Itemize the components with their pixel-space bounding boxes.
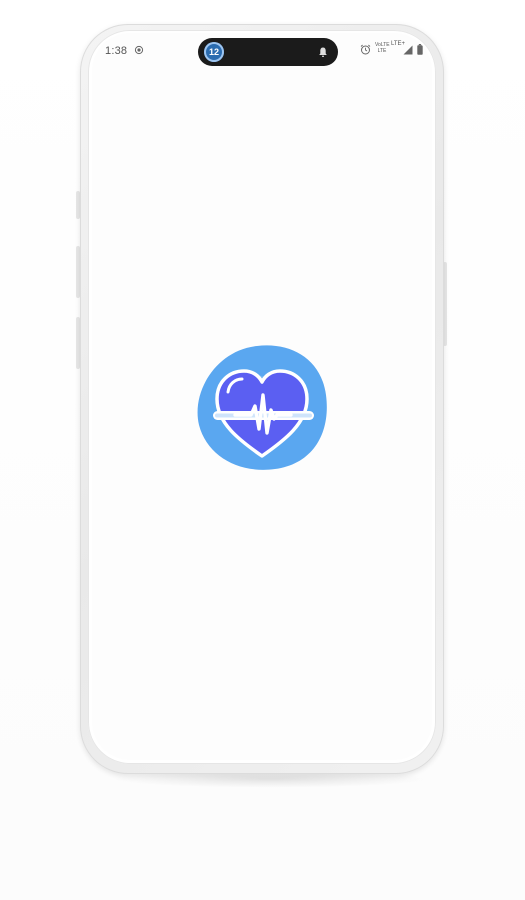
phone-screen: 1:38 12 VoLTE LTE LTE+ [92,33,432,760]
signal-icon [403,45,413,55]
status-bar: 1:38 12 VoLTE LTE LTE+ [92,33,432,66]
stage: 1:38 12 VoLTE LTE LTE+ [0,0,525,900]
status-time: 1:38 [105,45,128,57]
alarm-icon [360,44,371,55]
notification-badge: 12 [204,42,224,62]
sync-icon [134,45,144,55]
volte-label-bottom: LTE [377,48,387,54]
dynamic-island: 12 [198,38,338,66]
battery-icon [417,44,423,55]
volte-label: VoLTE LTE [375,42,390,54]
bell-icon [319,47,327,57]
phone-bezel: 1:38 12 VoLTE LTE LTE+ [88,30,436,764]
phone-frame: 1:38 12 VoLTE LTE LTE+ [80,24,444,774]
heart-pulse-icon [197,345,327,470]
